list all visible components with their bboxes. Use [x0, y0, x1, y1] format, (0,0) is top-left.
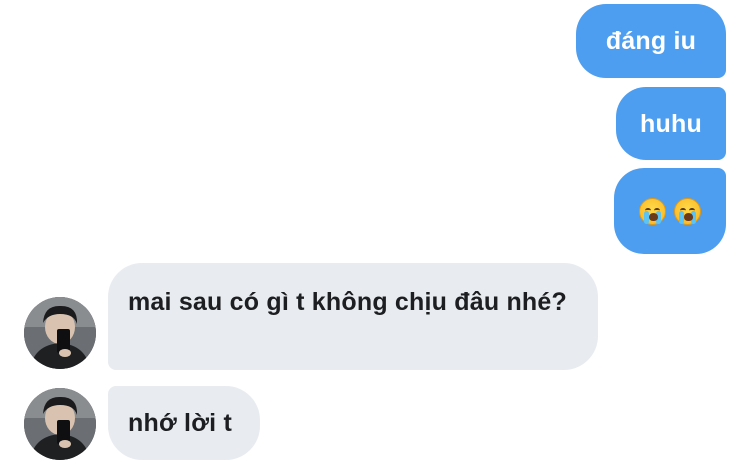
- emoji-group: [639, 197, 701, 225]
- message-text: nhớ lời t: [128, 409, 232, 437]
- outgoing-message-bubble[interactable]: đáng iu: [576, 4, 726, 78]
- outgoing-message-bubble[interactable]: [614, 168, 726, 254]
- message-text: đáng iu: [605, 27, 697, 55]
- outgoing-message-bubble[interactable]: huhu: [616, 87, 726, 160]
- avatar-photo: [24, 388, 96, 460]
- message-text: mai sau có gì t không chịu đâu nhé?: [128, 288, 567, 316]
- loudly-crying-face-icon: [639, 197, 666, 225]
- avatar-photo: [24, 297, 96, 369]
- contact-avatar[interactable]: [24, 297, 96, 369]
- incoming-message-bubble[interactable]: mai sau có gì t không chịu đâu nhé?: [108, 263, 598, 370]
- incoming-message-bubble[interactable]: nhớ lời t: [108, 386, 260, 460]
- loudly-crying-face-icon: [674, 197, 701, 225]
- contact-avatar[interactable]: [24, 388, 96, 460]
- message-text: huhu: [640, 109, 702, 138]
